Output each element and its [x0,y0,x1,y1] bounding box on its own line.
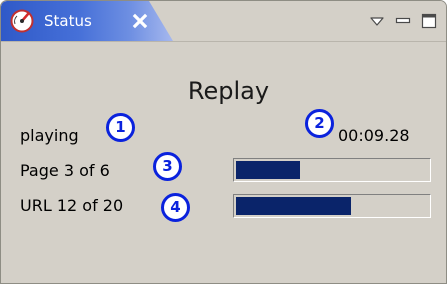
status-tab[interactable]: Status [1,1,173,41]
replay-heading: Replay [187,77,270,105]
view-titlebar: Status [1,1,446,41]
page-progress-fill [236,161,300,179]
elapsed-time: 00:09.28 [338,126,410,145]
callout-3: 3 [153,152,182,181]
callout-2: 2 [305,109,334,138]
gauge-icon [10,9,34,33]
url-counter: URL 12 of 20 [20,196,124,215]
status-view: Status Replay playing 1 2 00:09.28 Page … [0,0,447,284]
view-menu-icon[interactable] [368,12,386,30]
view-content: Replay playing 1 2 00:09.28 Page 3 of 6 … [1,41,446,283]
page-counter: Page 3 of 6 [20,161,110,180]
minimize-icon[interactable] [394,12,412,30]
callout-4: 4 [161,193,190,222]
url-progress-bar [233,194,431,218]
close-icon[interactable] [131,12,149,30]
page-progress-bar [233,158,431,182]
maximize-icon[interactable] [420,12,438,30]
tab-title: Status [44,12,92,30]
playback-state: playing [20,126,79,145]
callout-1: 1 [106,113,135,142]
url-progress-fill [236,197,352,215]
